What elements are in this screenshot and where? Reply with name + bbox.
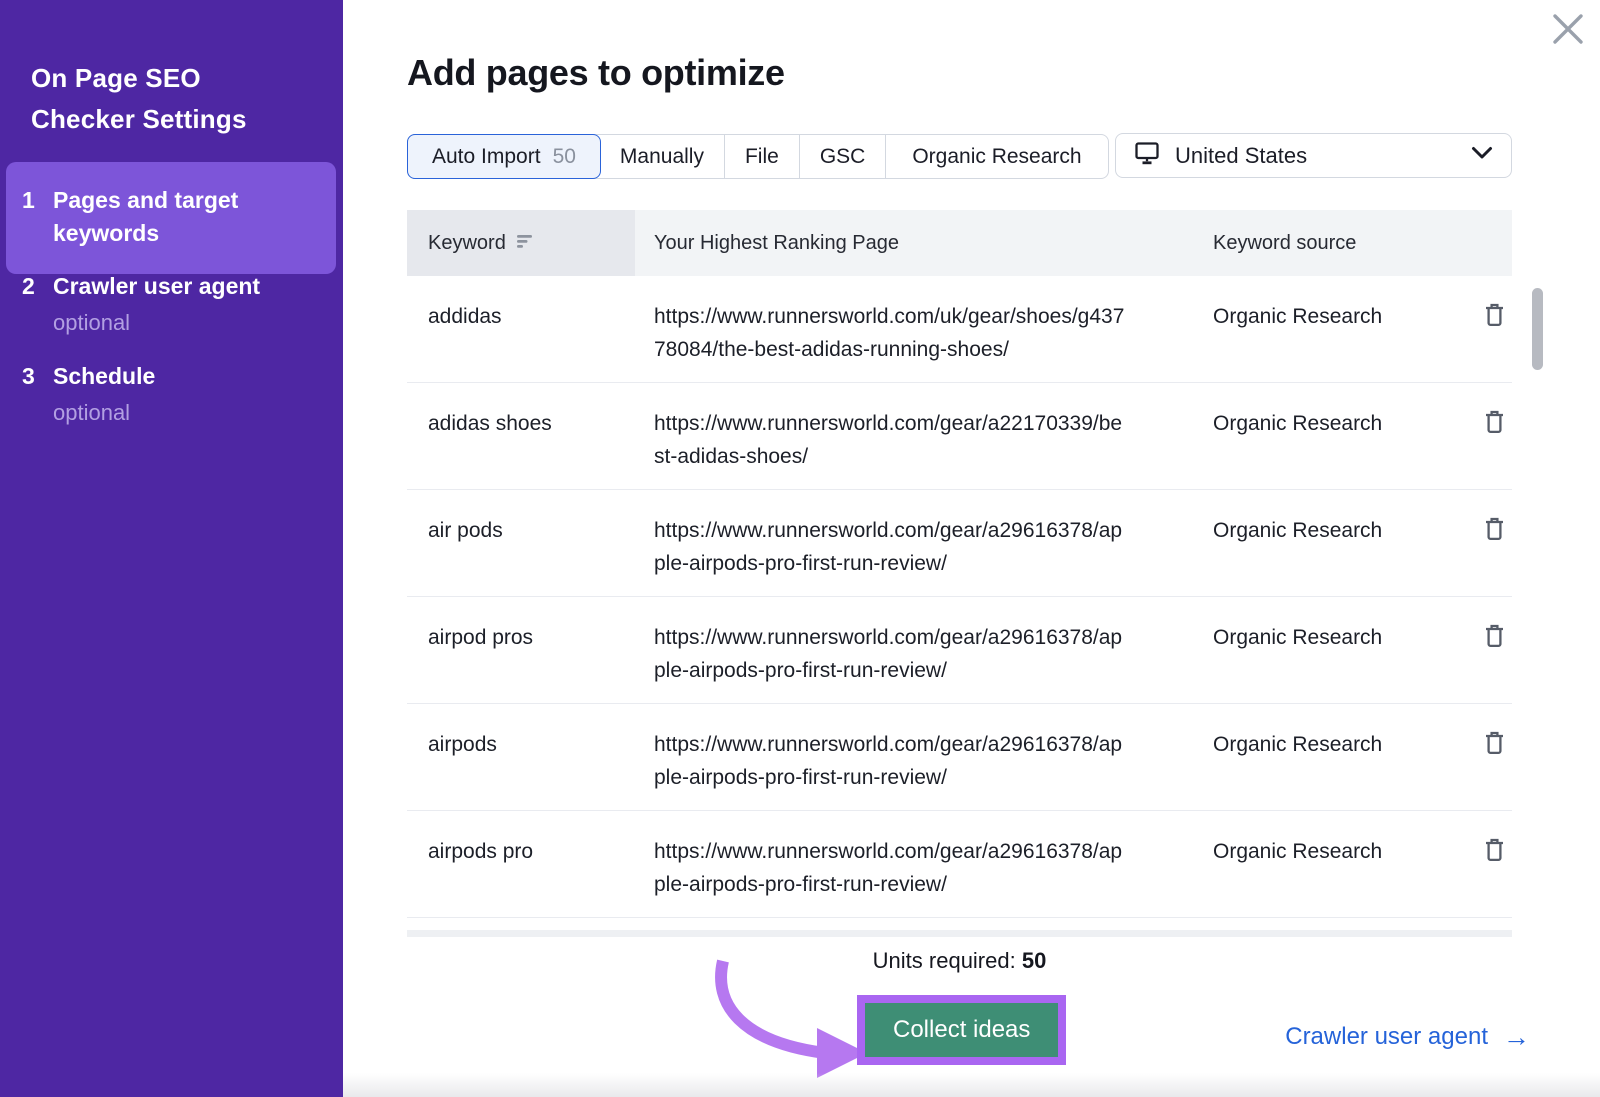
settings-sidebar: On Page SEO Checker Settings 1 Pages and… <box>0 0 343 1097</box>
trash-icon <box>1484 410 1505 437</box>
column-header-keyword[interactable]: Keyword <box>407 210 635 276</box>
table-row: airpod pros https://www.runnersworld.com… <box>407 597 1512 704</box>
table-row: adidas shoes https://www.runnersworld.co… <box>407 383 1512 490</box>
step-number: 3 <box>22 363 35 389</box>
step-number: 2 <box>22 273 35 299</box>
step-label: Schedule <box>53 363 156 389</box>
delete-row-button[interactable] <box>1482 728 1507 758</box>
desktop-icon <box>1134 140 1160 171</box>
curved-arrow-annotation <box>693 956 868 1086</box>
tab-auto-import[interactable]: Auto Import 50 <box>407 134 601 179</box>
delete-row-button[interactable] <box>1482 407 1507 437</box>
keyword-cell: airpod pros <box>428 626 534 649</box>
chevron-down-icon <box>1471 146 1493 165</box>
delete-row-button[interactable] <box>1482 300 1507 330</box>
column-label: Keyword source <box>1213 231 1357 254</box>
trash-icon <box>1484 303 1505 330</box>
step-number: 1 <box>22 187 35 213</box>
tab-gsc[interactable]: GSC <box>798 135 886 178</box>
step-optional-note: optional <box>53 310 131 335</box>
keyword-cell: adidas shoes <box>428 412 552 435</box>
country-select[interactable]: United States <box>1115 133 1512 178</box>
collect-ideas-highlight: Collect ideas <box>857 995 1067 1065</box>
step-label: Crawler user agent <box>53 273 261 299</box>
tab-count-badge: 50 <box>552 144 576 168</box>
arrow-right-icon: → <box>1503 1022 1530 1052</box>
column-header-ranking-page: Your Highest Ranking Page <box>635 210 1190 276</box>
keyword-cell: airpods pro <box>428 840 534 863</box>
sidebar-title: On Page SEO Checker Settings <box>31 63 247 134</box>
keyword-source-cell: Organic Research <box>1213 626 1383 649</box>
sidebar-step-pages-and-keywords[interactable]: 1 Pages and target keywords <box>6 162 336 274</box>
ranking-page-cell: https://www.runnersworld.com/gear/a29616… <box>654 519 1123 575</box>
table-header: Keyword Your Highest Ranking Page Keywor… <box>407 210 1512 276</box>
ranking-page-cell: https://www.runnersworld.com/gear/a22170… <box>654 412 1123 468</box>
delete-row-button[interactable] <box>1482 621 1507 651</box>
step-optional-note: optional <box>53 400 131 425</box>
table-scrollbar-thumb[interactable] <box>1532 288 1543 370</box>
sidebar-step-schedule[interactable]: 3 Schedule optional <box>6 360 336 429</box>
ranking-page-cell: https://www.runnersworld.com/uk/gear/sho… <box>654 305 1125 361</box>
tab-label: GSC <box>819 144 866 168</box>
keyword-source-cell: Organic Research <box>1213 412 1383 435</box>
tab-label: File <box>744 144 779 168</box>
on-page-seo-checker-modal: On Page SEO Checker Settings 1 Pages and… <box>0 0 1600 1097</box>
table-row: air pods https://www.runnersworld.com/ge… <box>407 490 1512 597</box>
table-row: airpods https://www.runnersworld.com/gea… <box>407 704 1512 811</box>
tab-organic-research[interactable]: Organic Research <box>885 135 1107 178</box>
keyword-cell: addidas <box>428 305 502 328</box>
keyword-source-cell: Organic Research <box>1213 733 1383 756</box>
country-select-value: United States <box>1175 142 1308 168</box>
keyword-cell: air pods <box>428 519 503 542</box>
keyword-source-cell: Organic Research <box>1213 519 1383 542</box>
tab-label: Auto Import <box>432 144 541 168</box>
table-body: addidas https://www.runnersworld.com/uk/… <box>407 276 1512 930</box>
table-row: addidas https://www.runnersworld.com/uk/… <box>407 276 1512 383</box>
sort-icon <box>516 232 535 255</box>
trash-icon <box>1484 624 1505 651</box>
tab-manually[interactable]: Manually <box>600 135 724 178</box>
trash-icon <box>1484 731 1505 758</box>
keyword-cell: airpods <box>428 733 497 756</box>
bottom-fade <box>343 1073 1600 1097</box>
tab-label: Manually <box>619 144 704 168</box>
tab-label: Organic Research <box>912 144 1082 168</box>
table-bottom-divider <box>407 930 1512 937</box>
trash-icon <box>1484 838 1505 865</box>
sidebar-step-crawler-user-agent[interactable]: 2 Crawler user agent optional <box>6 270 336 339</box>
import-source-tabs: Auto Import 50 Manually File GSC Organic… <box>407 134 1109 179</box>
ranking-page-cell: https://www.runnersworld.com/gear/a29616… <box>654 626 1123 682</box>
crawler-user-agent-link-label: Crawler user agent <box>1285 1023 1488 1050</box>
delete-row-button[interactable] <box>1482 835 1507 865</box>
collect-ideas-button[interactable]: Collect ideas <box>865 1003 1059 1057</box>
close-button[interactable] <box>1546 8 1590 52</box>
units-required-value: 50 <box>1021 948 1047 973</box>
column-label: Your Highest Ranking Page <box>654 231 899 254</box>
ranking-page-cell: https://www.runnersworld.com/gear/a29616… <box>654 840 1123 896</box>
tab-file[interactable]: File <box>723 135 799 178</box>
keyword-source-cell: Organic Research <box>1213 840 1383 863</box>
table-row: airpods pro https://www.runnersworld.com… <box>407 811 1512 918</box>
ranking-page-cell: https://www.runnersworld.com/gear/a29616… <box>654 733 1123 789</box>
units-required-label: Units required: <box>872 948 1016 973</box>
units-required: Units required: 50 <box>407 948 1512 974</box>
trash-icon <box>1484 517 1505 544</box>
keywords-table: Keyword Your Highest Ranking Page Keywor… <box>407 210 1512 930</box>
crawler-user-agent-link[interactable]: Crawler user agent → <box>1285 1023 1530 1051</box>
delete-row-button[interactable] <box>1482 514 1507 544</box>
page-title: Add pages to optimize <box>407 52 785 93</box>
keyword-source-cell: Organic Research <box>1213 305 1383 328</box>
column-header-actions <box>1482 210 1512 276</box>
step-label: Pages and target keywords <box>53 187 239 246</box>
close-icon <box>1550 13 1586 50</box>
column-header-keyword-source: Keyword source <box>1190 210 1482 276</box>
column-label: Keyword <box>428 231 506 254</box>
